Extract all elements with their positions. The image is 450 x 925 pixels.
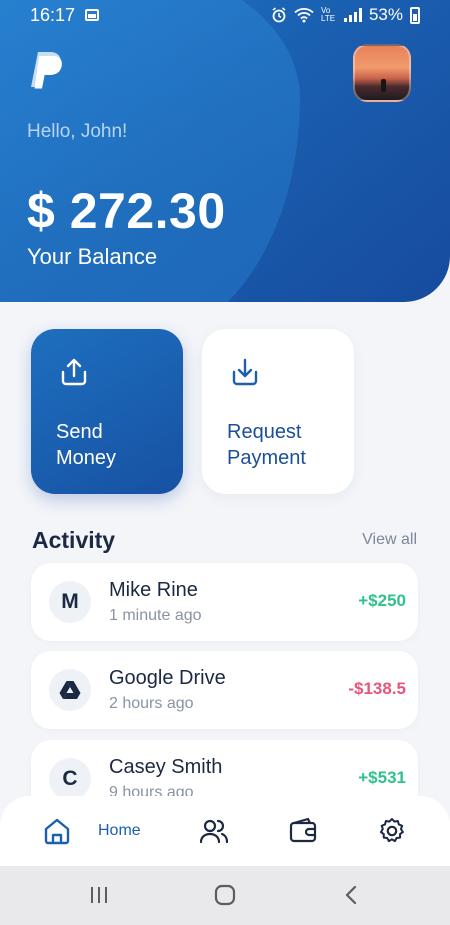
status-time: 16:17 — [30, 4, 76, 25]
send-money-line1: Send — [56, 421, 103, 443]
settings-icon[interactable] — [377, 816, 407, 846]
transaction-amount: +$250 — [358, 591, 406, 610]
transaction-time: 2 hours ago — [109, 695, 194, 712]
avatar-figure — [381, 79, 386, 92]
header-panel: 16:17 Vo LTE 53% Hello, John! $ 272.30 Y… — [0, 0, 450, 302]
system-navigation-bar — [0, 866, 450, 925]
signal-icon — [343, 8, 362, 22]
balance-label: Your Balance — [27, 244, 158, 269]
bottom-navigation: Home — [0, 796, 450, 866]
activity-heading: Activity — [32, 527, 116, 553]
back-icon[interactable] — [343, 885, 359, 905]
transaction-avatar: C — [49, 758, 91, 800]
send-money-button[interactable]: Send Money — [31, 329, 183, 494]
home-icon[interactable] — [42, 816, 72, 846]
transaction-name: Casey Smith — [109, 756, 223, 778]
status-bar: 16:17 Vo LTE 53% — [0, 0, 450, 30]
home-button-icon[interactable] — [214, 884, 236, 906]
transaction-avatar — [49, 669, 91, 711]
request-payment-label: Request Payment — [227, 419, 347, 471]
view-all-link[interactable]: View all — [362, 531, 417, 549]
upload-icon — [61, 358, 87, 386]
status-icons: Vo LTE 53% — [271, 5, 420, 25]
greeting-text: Hello, John! — [27, 121, 128, 142]
transaction-time: 1 minute ago — [109, 607, 202, 624]
request-payment-line2: Payment — [227, 447, 306, 469]
alarm-icon — [272, 7, 286, 23]
profile-avatar[interactable] — [353, 44, 411, 102]
transaction-avatar: M — [49, 581, 91, 623]
balance-amount: $ 272.30 — [27, 183, 226, 239]
transaction-name: Mike Rine — [109, 579, 198, 601]
gallery-notification-icon — [85, 9, 100, 21]
home-tab-label[interactable]: Home — [98, 822, 141, 840]
transaction-item[interactable]: M Mike Rine 1 minute ago +$250 — [31, 563, 418, 641]
download-icon — [232, 358, 258, 386]
send-money-label: Send Money — [56, 419, 176, 471]
transaction-item[interactable]: Google Drive 2 hours ago -$138.5 — [31, 651, 418, 729]
transaction-amount: -$138.5 — [348, 679, 406, 698]
request-payment-line1: Request — [227, 421, 302, 443]
contacts-icon[interactable] — [199, 816, 229, 846]
google-drive-icon — [59, 681, 81, 699]
wifi-icon — [294, 8, 314, 23]
battery-icon — [410, 6, 420, 24]
paypal-logo-icon — [31, 52, 62, 89]
wallet-icon[interactable] — [288, 816, 318, 846]
volte-label: Vo LTE — [320, 6, 336, 23]
transaction-name: Google Drive — [109, 667, 226, 689]
transaction-amount: +$531 — [358, 768, 406, 787]
request-payment-button[interactable]: Request Payment — [202, 329, 354, 494]
recent-apps-icon[interactable] — [89, 885, 109, 905]
send-money-line2: Money — [56, 447, 117, 469]
battery-percent: 53% — [368, 5, 403, 24]
